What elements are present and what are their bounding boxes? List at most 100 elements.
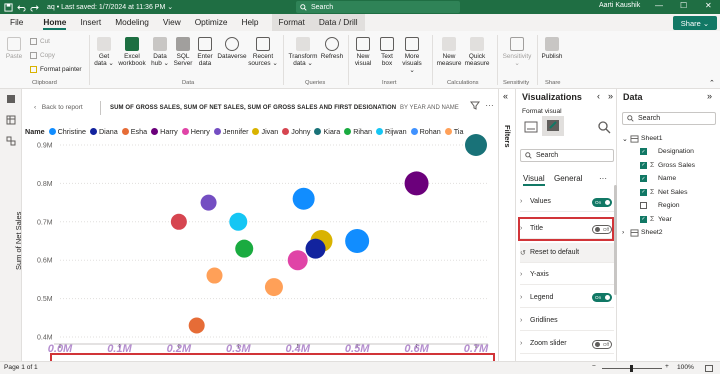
legend-item[interactable]: Harry: [151, 127, 178, 136]
filters-label[interactable]: Filters: [503, 125, 512, 148]
back-to-report-link[interactable]: ‹ Back to report: [34, 104, 83, 111]
model-view-icon[interactable]: [6, 136, 16, 146]
sensitivity-button[interactable]: Sensitivity ⌄: [500, 37, 534, 67]
enter-data-button[interactable]: Enter data: [195, 37, 215, 67]
field-item[interactable]: ✓ Designation: [640, 146, 694, 157]
legend-item[interactable]: Rijwan: [376, 127, 407, 136]
legend-item[interactable]: Diana: [89, 127, 118, 136]
tab-format[interactable]: Format: [271, 14, 312, 31]
field-item[interactable]: ✓ Σ Net Sales: [640, 187, 687, 198]
field-checkbox[interactable]: ✓: [640, 175, 647, 182]
format-visual-icon[interactable]: [542, 116, 564, 136]
collapse-ribbon-icon[interactable]: ⌃: [709, 79, 715, 87]
data-hub-button[interactable]: Data hub ⌄: [149, 37, 171, 67]
tab-help[interactable]: Help: [234, 14, 265, 31]
legend-item[interactable]: Tia: [444, 127, 463, 136]
card-gridlines[interactable]: › Gridlines: [520, 311, 614, 331]
fit-page-icon[interactable]: [705, 365, 713, 372]
legend-item[interactable]: Jennifer: [213, 127, 248, 136]
analytics-icon[interactable]: [597, 120, 611, 134]
share-button[interactable]: Share ⌄: [673, 16, 717, 30]
field-item[interactable]: Region: [640, 200, 680, 211]
quick-measure-button[interactable]: Quick measure: [463, 37, 491, 67]
field-checkbox[interactable]: [640, 202, 647, 209]
file-title[interactable]: aq • Last saved: 1/7/2024 at 11:36 PM ⌄: [47, 3, 173, 11]
more-visuals-button[interactable]: More visuals ⌄: [399, 37, 425, 74]
new-visual-button[interactable]: New visual: [352, 37, 374, 67]
zoom-out-icon[interactable]: −: [592, 363, 596, 370]
new-measure-button[interactable]: New measure: [435, 37, 463, 67]
minimize-icon[interactable]: —: [655, 1, 663, 10]
table-sheet2[interactable]: › Sheet2: [622, 227, 663, 238]
save-icon[interactable]: [4, 2, 13, 12]
tab-file[interactable]: File: [0, 14, 30, 31]
field-checkbox[interactable]: ✓: [640, 161, 647, 169]
field-item[interactable]: ✓ Σ Year: [640, 214, 672, 225]
back-to-report-label: Back to report: [41, 104, 83, 111]
viz-more-options[interactable]: ···: [599, 174, 607, 183]
field-checkbox[interactable]: ✓: [640, 215, 647, 223]
refresh-button[interactable]: Refresh: [320, 37, 344, 60]
maximize-icon[interactable]: ☐: [680, 1, 687, 10]
report-view-icon[interactable]: [6, 94, 16, 104]
build-visual-icon[interactable]: [524, 120, 538, 134]
legend-dot: [213, 128, 221, 135]
legend-item[interactable]: Kiara: [314, 127, 340, 136]
legend-item[interactable]: Esha: [121, 127, 147, 136]
filter-icon[interactable]: [470, 101, 480, 110]
excel-workbook-button[interactable]: Excel workbook: [117, 37, 147, 67]
legend-item[interactable]: Henry: [181, 127, 210, 136]
legend-item[interactable]: Johny: [282, 127, 310, 136]
legend-toggle[interactable]: On: [592, 293, 612, 302]
zoom-in-icon[interactable]: +: [665, 363, 669, 370]
redo-icon[interactable]: [30, 3, 39, 12]
viz-search-input[interactable]: Search: [520, 149, 614, 162]
sql-server-button[interactable]: SQL Server: [172, 37, 194, 67]
table-view-icon[interactable]: [6, 115, 16, 125]
legend-item[interactable]: Christine: [48, 127, 86, 136]
close-icon[interactable]: ✕: [705, 1, 712, 10]
zoom-slider-toggle[interactable]: Off: [592, 340, 612, 349]
field-item[interactable]: ✓ Name: [640, 173, 676, 184]
field-item[interactable]: ✓ Σ Gross Sales: [640, 160, 695, 171]
collapse-data-icon[interactable]: »: [707, 91, 712, 101]
paste-button[interactable]: Paste: [4, 37, 24, 60]
recent-sources-button[interactable]: Recent sources ⌄: [248, 37, 278, 67]
tab-home[interactable]: Home: [36, 14, 73, 31]
tab-data-drill[interactable]: Data / Drill: [311, 14, 365, 31]
tab-optimize[interactable]: Optimize: [188, 14, 235, 31]
reset-to-default[interactable]: ↺ Reset to default: [520, 243, 614, 263]
expand-viz-icon[interactable]: »: [608, 91, 613, 101]
table-sheet1[interactable]: ⌄ Sheet1: [622, 133, 663, 144]
legend-item[interactable]: Jivan: [252, 127, 278, 136]
legend-item[interactable]: Rihan: [344, 127, 372, 136]
get-data-button[interactable]: Get data ⌄: [93, 37, 115, 67]
values-toggle[interactable]: On: [592, 198, 612, 207]
more-options-icon[interactable]: …: [485, 98, 494, 108]
dataverse-button[interactable]: Dataverse: [216, 37, 248, 60]
title-search-box[interactable]: Search: [296, 1, 460, 13]
tab-modeling[interactable]: Modeling: [108, 14, 156, 31]
tab-general[interactable]: General: [554, 174, 582, 183]
search-icon: [525, 152, 532, 159]
expand-filters-icon[interactable]: «: [503, 91, 508, 101]
copy-button[interactable]: Copy: [30, 52, 55, 59]
zoom-slider-thumb[interactable]: [630, 365, 633, 372]
undo-icon[interactable]: [17, 3, 26, 12]
user-name[interactable]: Aarti Kaushik: [599, 2, 640, 9]
data-search-input[interactable]: Search: [622, 112, 716, 125]
tab-view[interactable]: View: [156, 14, 188, 31]
field-checkbox[interactable]: ✓: [640, 188, 647, 196]
tab-visual[interactable]: Visual: [523, 174, 545, 186]
field-checkbox[interactable]: ✓: [640, 148, 647, 155]
card-y-axis[interactable]: › Y-axis: [520, 265, 614, 285]
legend-item[interactable]: Rohan: [410, 127, 441, 136]
cut-button[interactable]: Cut: [30, 38, 50, 45]
legend-label: Harry: [160, 127, 178, 136]
collapse-viz-icon[interactable]: ‹: [597, 91, 600, 101]
transform-data-button[interactable]: Transform data ⌄: [287, 37, 319, 67]
tab-insert[interactable]: Insert: [73, 14, 108, 31]
text-box-button[interactable]: Text box: [376, 37, 398, 67]
publish-button[interactable]: Publish: [540, 37, 564, 60]
format-painter-button[interactable]: Format painter: [30, 66, 82, 73]
